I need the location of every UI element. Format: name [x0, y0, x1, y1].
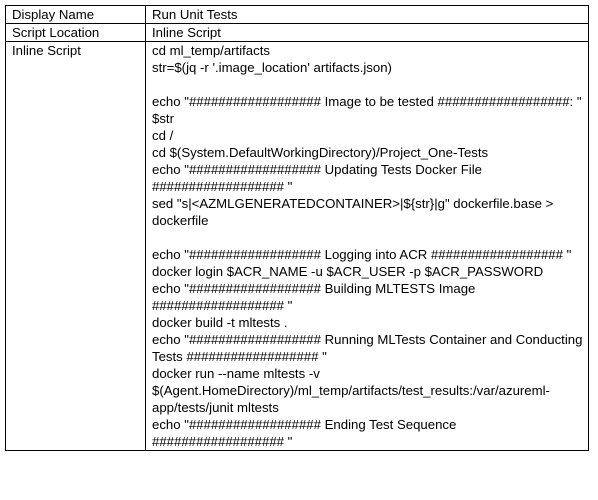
script-line: docker login $ACR_NAME -u $ACR_USER -p $… — [152, 264, 544, 279]
script-line: echo "################## Logging into AC… — [152, 247, 572, 262]
pipeline-task-table: Display Name Run Unit Tests Script Locat… — [5, 5, 589, 451]
display-name-label: Display Name — [5, 5, 146, 24]
document-page: Display Name Run Unit Tests Script Locat… — [0, 0, 598, 500]
script-line: echo "################## Ending Test Seq… — [152, 417, 461, 449]
display-name-value: Run Unit Tests — [145, 5, 589, 24]
table-row-inline-script: Inline Script cd ml_temp/artifacts str=$… — [5, 41, 589, 451]
inline-script-body: cd ml_temp/artifacts str=$(jq -r '.image… — [145, 41, 589, 451]
script-location-label: Script Location — [5, 23, 146, 42]
script-line: cd $(System.DefaultWorkingDirectory)/Pro… — [152, 145, 489, 160]
script-line: docker run --name mltests -v $(Agent.Hom… — [152, 366, 550, 415]
script-blank-line — [152, 229, 584, 246]
table-row-script-location: Script Location Inline Script — [5, 23, 589, 42]
table-row-display-name: Display Name Run Unit Tests — [5, 5, 589, 24]
script-blank-line — [152, 76, 584, 93]
script-line: cd / — [152, 128, 174, 143]
script-line: sed "s|<AZMLGENERATEDCONTAINER>|${str}|g… — [152, 196, 558, 228]
script-line: echo "################## Building MLTEST… — [152, 281, 480, 313]
script-line: echo "################## Image to be tes… — [152, 94, 586, 126]
script-line: docker build -t mltests . — [152, 315, 288, 330]
script-line: str=$(jq -r '.image_location' artifacts.… — [152, 60, 392, 75]
script-line: echo "################## Running MLTests… — [152, 332, 586, 364]
script-line: cd ml_temp/artifacts — [152, 43, 270, 58]
inline-script-label: Inline Script — [5, 41, 146, 451]
script-location-value: Inline Script — [145, 23, 589, 42]
script-line: echo "################## Updating Tests … — [152, 162, 486, 194]
